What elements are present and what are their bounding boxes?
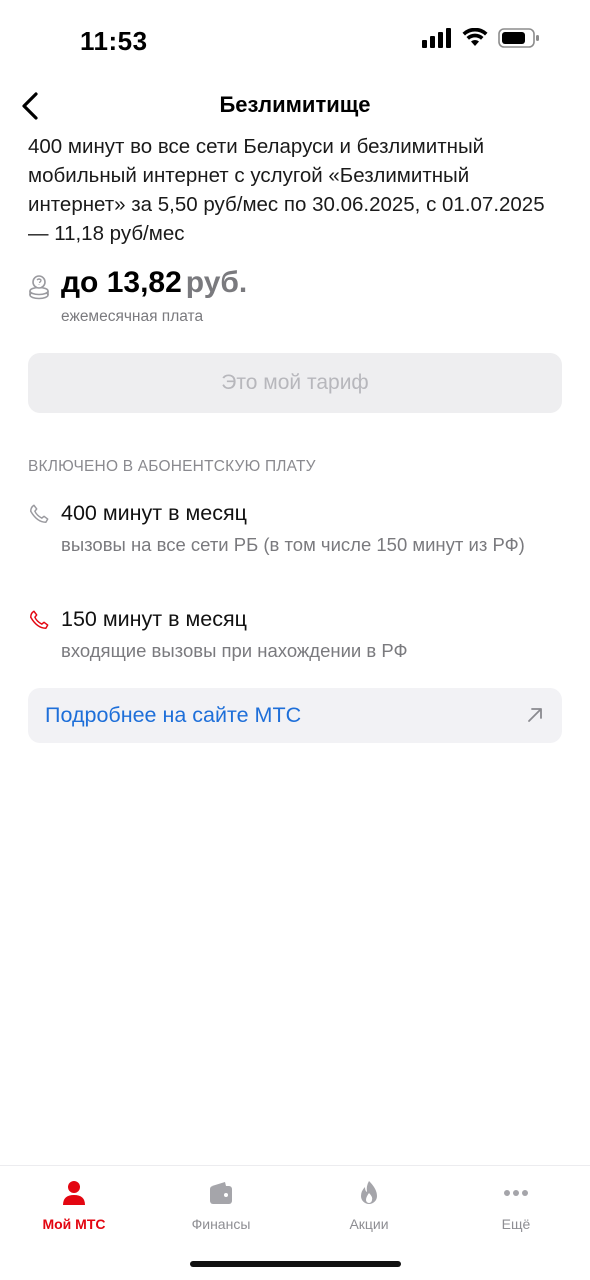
external-link-icon <box>528 708 542 722</box>
tab-more[interactable]: Ещё <box>442 1178 590 1238</box>
tab-label: Финансы <box>191 1216 251 1232</box>
tab-promotions[interactable]: Акции <box>295 1178 443 1238</box>
feature-subtitle: вызовы на все сети РБ (в том числе 150 м… <box>61 534 525 555</box>
more-dots-icon <box>504 1190 528 1196</box>
tab-label: Акции <box>349 1216 389 1232</box>
more-info-link[interactable]: Подробнее на сайте МТС <box>28 688 562 743</box>
feature-item-minutes-roaming: 150 минут в месяц входящие вызовы при на… <box>28 607 562 667</box>
page-title: Безлимитище <box>219 92 371 117</box>
tab-finance[interactable]: Финансы <box>147 1178 295 1238</box>
price-caption: ежемесячная плата <box>61 308 204 325</box>
my-tariff-button[interactable]: Это мой тариф <box>28 353 562 413</box>
phone-roaming-icon <box>30 610 49 629</box>
signal-icon <box>422 28 451 48</box>
status-icons <box>422 28 540 48</box>
price: до 13,82 руб. <box>61 266 247 300</box>
wifi-icon <box>462 28 488 46</box>
tariff-description: 400 минут во все сети Беларуси и безлими… <box>28 135 545 245</box>
tab-label: Мой МТС <box>42 1216 106 1232</box>
price-value: до 13,82 <box>61 266 182 299</box>
flame-icon <box>361 1181 377 1204</box>
battery-icon <box>498 28 539 48</box>
feature-item-minutes-all-networks: 400 минут в месяц вызовы на все сети РБ … <box>28 501 562 591</box>
included-section-header: ВКЛЮЧЕНО В АБОНЕНТСКУЮ ПЛАТУ <box>28 458 316 475</box>
status-time: 11:53 <box>80 26 148 56</box>
tab-my-mts[interactable]: Мой МТС <box>0 1178 148 1238</box>
wallet-icon <box>210 1182 232 1204</box>
feature-subtitle: входящие вызовы при нахождении в РФ <box>61 640 408 661</box>
tab-label: Ещё <box>501 1216 531 1232</box>
coins-icon <box>29 275 49 300</box>
price-unit: руб. <box>185 266 248 299</box>
home-indicator <box>190 1261 401 1267</box>
more-info-link-label: Подробнее на сайте МТС <box>45 703 302 727</box>
phone-icon <box>30 504 49 523</box>
status-bar: 11:53 <box>0 0 590 80</box>
feature-title: 150 минут в месяц <box>61 607 247 631</box>
nav-bar: Безлимитище <box>0 80 590 130</box>
person-icon <box>63 1181 85 1205</box>
feature-title: 400 минут в месяц <box>61 501 247 525</box>
